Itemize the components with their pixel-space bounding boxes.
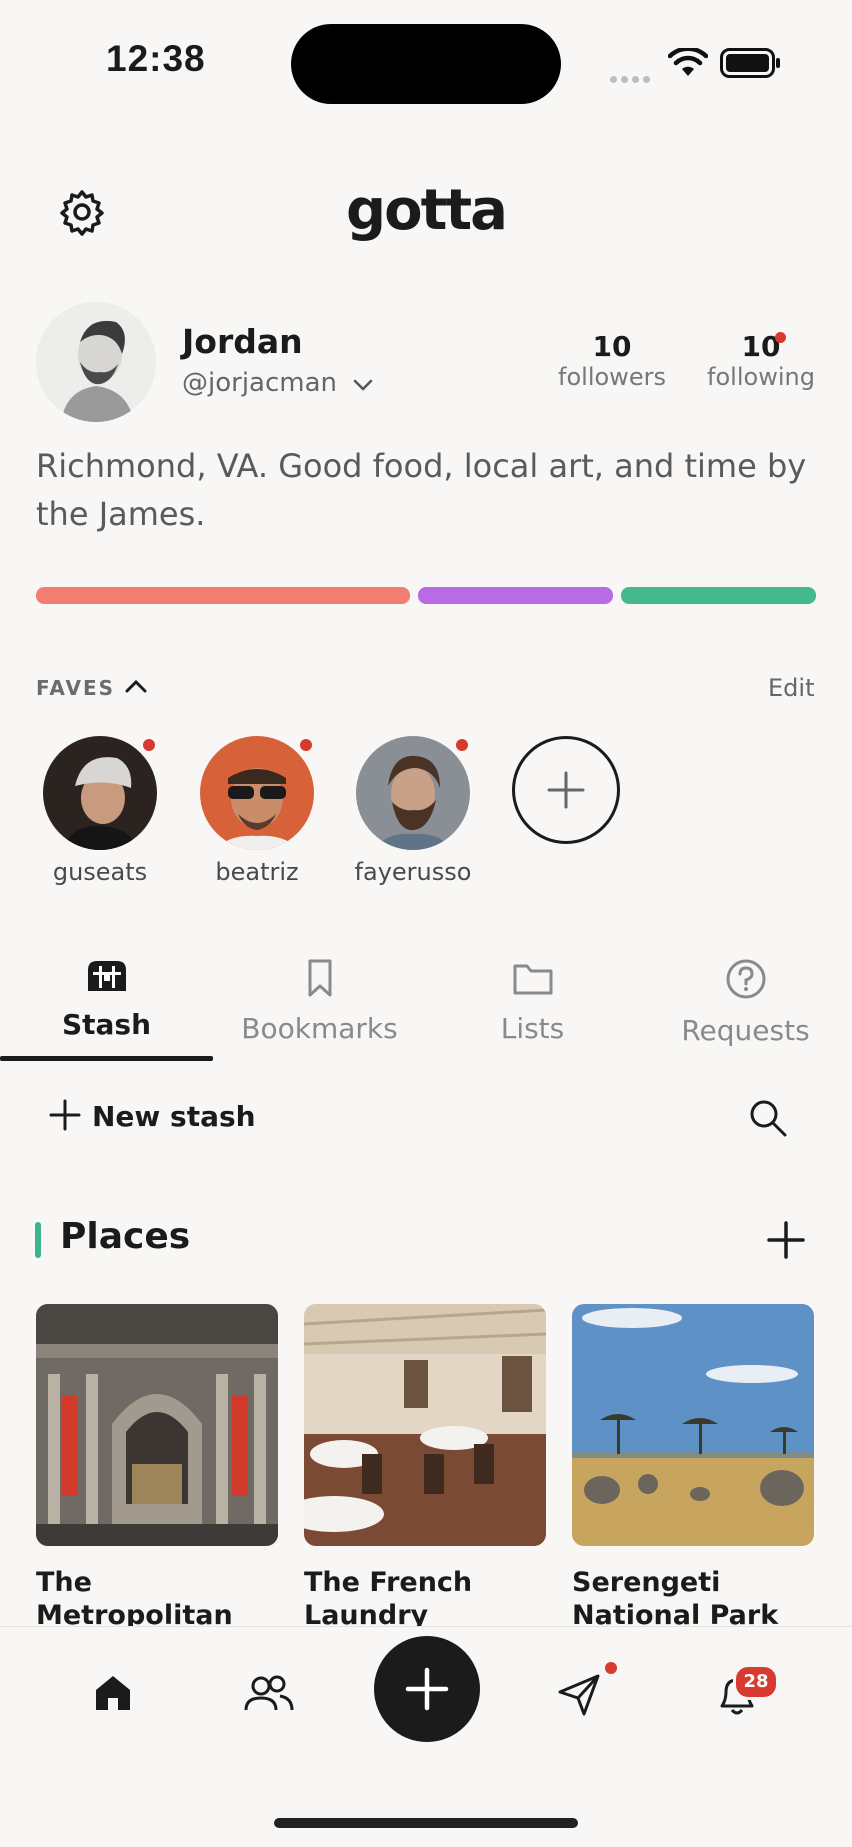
status-time: 12:38: [106, 38, 206, 79]
chevron-up-icon[interactable]: [124, 676, 148, 696]
interest-bar-segment: [36, 587, 411, 604]
tab-label: Stash: [61, 1008, 152, 1041]
tab-stash[interactable]: Stash: [0, 958, 213, 1041]
place-card-image[interactable]: [572, 1304, 814, 1546]
add-fave-button[interactable]: [512, 736, 620, 844]
fave-avatar-fayerusso[interactable]: [356, 736, 470, 850]
dynamic-island: [291, 24, 561, 104]
plus-icon: [49, 1099, 81, 1131]
following-count: 10: [741, 330, 781, 363]
wifi-icon: [668, 48, 708, 76]
following-stat[interactable]: 10 following: [700, 330, 822, 391]
followers-count: 10: [592, 330, 632, 363]
signal-icon: [610, 68, 656, 83]
search-icon[interactable]: [748, 1098, 788, 1138]
add-place-icon[interactable]: [766, 1220, 806, 1260]
faves-title: FAVES: [36, 676, 116, 700]
active-tab-indicator: [0, 1056, 213, 1061]
new-stash-label: New stash: [92, 1100, 256, 1133]
followers-stat[interactable]: 10 followers: [552, 330, 672, 391]
plus-icon: [547, 771, 585, 809]
app-logo: gotta: [346, 178, 508, 243]
tab-bookmarks[interactable]: Bookmarks: [213, 958, 426, 1045]
places-accent-bar: [35, 1222, 41, 1258]
fave-name[interactable]: guseats: [20, 858, 180, 886]
followers-label: followers: [558, 363, 666, 391]
chevron-down-icon[interactable]: [352, 377, 374, 393]
tab-lists[interactable]: Lists: [426, 958, 639, 1045]
place-card-image[interactable]: [304, 1304, 546, 1546]
fave-avatar-beatriz[interactable]: [200, 736, 314, 850]
places-title: Places: [60, 1216, 191, 1257]
tab-requests[interactable]: Requests: [639, 958, 852, 1047]
place-card-image[interactable]: [36, 1304, 278, 1546]
fave-new-dot: [454, 737, 470, 753]
chest-icon: [87, 961, 126, 991]
fave-avatar-guseats[interactable]: [43, 736, 157, 850]
create-button[interactable]: [374, 1636, 480, 1742]
faves-edit-button[interactable]: Edit: [768, 674, 814, 702]
place-card-title[interactable]: The French Laundry: [304, 1566, 554, 1632]
people-icon[interactable]: [242, 1672, 296, 1714]
following-label: following: [707, 363, 815, 391]
following-indicator-dot: [775, 332, 786, 343]
interest-bar-segment: [621, 587, 816, 604]
bookmark-icon: [308, 959, 331, 997]
messages-indicator-dot: [605, 1662, 617, 1674]
fave-new-dot: [141, 737, 157, 753]
place-card-title[interactable]: Serengeti National Park: [572, 1566, 822, 1632]
profile-bio: Richmond, VA. Good food, local art, and …: [36, 447, 807, 533]
tab-label: Requests: [681, 1014, 810, 1047]
fave-name[interactable]: beatriz: [177, 858, 337, 886]
plus-icon: [405, 1667, 449, 1711]
profile-avatar[interactable]: [36, 302, 156, 422]
notifications-badge: 28: [733, 1664, 779, 1700]
fave-name[interactable]: fayerusso: [333, 858, 493, 886]
interest-bar-segment: [418, 587, 614, 604]
fave-new-dot: [298, 737, 314, 753]
new-stash-button[interactable]: New stash: [48, 1098, 256, 1133]
profile-handle[interactable]: @jorjacman: [182, 368, 337, 398]
folder-icon: [513, 964, 552, 995]
send-icon[interactable]: [556, 1672, 602, 1718]
tab-label: Lists: [500, 1012, 565, 1045]
profile-name: Jordan: [182, 322, 303, 361]
battery-icon: [720, 48, 780, 78]
question-icon: [726, 959, 765, 999]
tab-label: Bookmarks: [241, 1012, 398, 1045]
home-indicator: [274, 1818, 578, 1828]
home-icon[interactable]: [92, 1672, 134, 1714]
